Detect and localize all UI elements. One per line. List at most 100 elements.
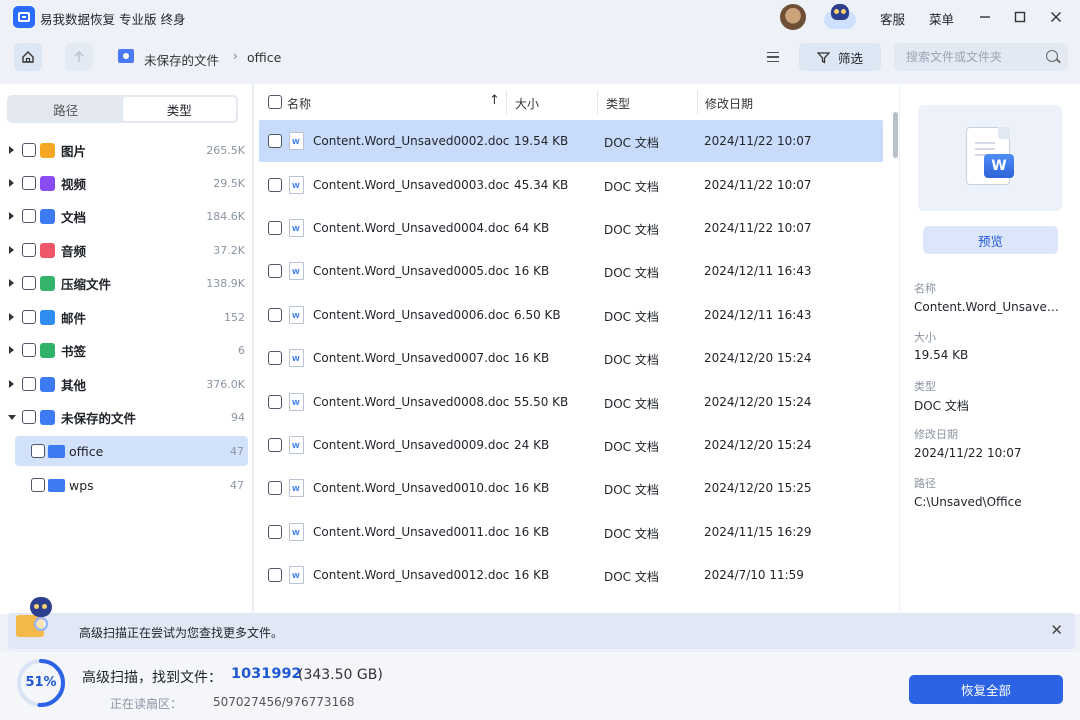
- file-size: 16 KB: [514, 525, 550, 539]
- category-audio[interactable]: 音频 37.2K: [0, 235, 253, 265]
- category-archives[interactable]: 压缩文件 138.9K: [0, 268, 253, 298]
- checkbox[interactable]: [22, 276, 36, 290]
- maximize-icon[interactable]: [1008, 5, 1032, 29]
- tab-path[interactable]: 路径: [9, 97, 123, 121]
- table-scrollbar[interactable]: [893, 112, 898, 158]
- word-doc-icon: [289, 262, 304, 280]
- checkbox[interactable]: [22, 143, 36, 157]
- category-label: 未保存的文件: [61, 410, 137, 426]
- column-divider[interactable]: [697, 90, 698, 114]
- row-checkbox[interactable]: [268, 308, 282, 322]
- subfolder-count: 47: [230, 478, 244, 492]
- category-videos[interactable]: 视频 29.5K: [0, 168, 253, 198]
- table-row[interactable]: Content.Word_Unsaved0010.doc 16 KB DOC 文…: [259, 467, 883, 509]
- sort-ascending-icon[interactable]: ↑: [489, 93, 500, 108]
- select-all-checkbox[interactable]: [268, 95, 282, 109]
- table-header: 名称 ↑ 大小 类型 修改日期: [254, 84, 899, 120]
- table-row[interactable]: Content.Word_Unsaved0007.doc 16 KB DOC 文…: [259, 337, 883, 379]
- category-images[interactable]: 图片 265.5K: [0, 135, 253, 165]
- table-row[interactable]: Content.Word_Unsaved0008.doc 55.50 KB DO…: [259, 381, 883, 423]
- row-checkbox[interactable]: [268, 525, 282, 539]
- row-checkbox[interactable]: [268, 568, 282, 582]
- home-button[interactable]: [14, 43, 42, 71]
- expand-arrow-icon[interactable]: [9, 380, 14, 388]
- table-row[interactable]: Content.Word_Unsaved0011.doc 16 KB DOC 文…: [259, 511, 883, 553]
- recover-all-button[interactable]: 恢复全部: [909, 675, 1063, 704]
- expand-arrow-icon[interactable]: [9, 313, 14, 321]
- table-row[interactable]: Content.Word_Unsaved0006.doc 6.50 KB DOC…: [259, 294, 883, 336]
- checkbox[interactable]: [22, 377, 36, 391]
- expand-arrow-icon[interactable]: [9, 346, 14, 354]
- list-view-icon[interactable]: [760, 44, 786, 70]
- search-box[interactable]: [894, 43, 1068, 71]
- checkbox[interactable]: [22, 243, 36, 257]
- category-documents[interactable]: 文档 184.6K: [0, 201, 253, 231]
- expand-arrow-icon[interactable]: [9, 179, 14, 187]
- search-input[interactable]: [906, 50, 1036, 64]
- file-size: 16 KB: [514, 481, 550, 495]
- minimize-icon[interactable]: [973, 5, 997, 29]
- word-doc-icon: [289, 523, 304, 541]
- breadcrumb-unsaved-files[interactable]: 未保存的文件: [144, 50, 219, 69]
- user-avatar[interactable]: [780, 4, 806, 30]
- filter-button[interactable]: 筛选: [799, 43, 881, 71]
- column-divider[interactable]: [506, 90, 507, 114]
- breadcrumb-office[interactable]: office: [247, 50, 281, 65]
- view-mode-tabs: 路径 类型: [7, 95, 238, 123]
- column-type-header[interactable]: 类型: [606, 95, 630, 112]
- menu-link[interactable]: 菜单: [929, 9, 954, 28]
- category-label: 邮件: [61, 310, 87, 326]
- column-divider[interactable]: [597, 90, 598, 114]
- file-type: DOC 文档: [604, 310, 659, 324]
- expand-arrow-icon[interactable]: [9, 279, 14, 287]
- row-checkbox[interactable]: [268, 134, 282, 148]
- row-checkbox[interactable]: [268, 395, 282, 409]
- column-name-header[interactable]: 名称: [287, 95, 311, 112]
- preview-button[interactable]: 预览: [923, 226, 1058, 254]
- expand-arrow-icon[interactable]: [9, 146, 14, 154]
- row-checkbox[interactable]: [268, 481, 282, 495]
- checkbox[interactable]: [22, 209, 36, 223]
- subfolder-wps[interactable]: wps 47: [15, 470, 248, 500]
- category-count: 37.2K: [213, 243, 245, 257]
- row-checkbox[interactable]: [268, 438, 282, 452]
- file-type: DOC 文档: [604, 397, 659, 411]
- checkbox[interactable]: [22, 310, 36, 324]
- checkbox[interactable]: [31, 444, 45, 458]
- table-row[interactable]: Content.Word_Unsaved0009.doc 24 KB DOC 文…: [259, 424, 883, 466]
- category-bookmarks[interactable]: 书签 6: [0, 335, 253, 365]
- row-checkbox[interactable]: [268, 264, 282, 278]
- checkbox[interactable]: [22, 176, 36, 190]
- checkbox[interactable]: [31, 478, 45, 492]
- search-icon[interactable]: [1046, 50, 1058, 62]
- subfolder-office[interactable]: office 47: [15, 436, 248, 466]
- expand-arrow-icon[interactable]: [9, 246, 14, 254]
- file-name: Content.Word_Unsaved0011.doc: [313, 525, 510, 539]
- table-row[interactable]: Content.Word_Unsaved0003.doc 45.34 KB DO…: [259, 164, 883, 206]
- table-row[interactable]: Content.Word_Unsaved0002.doc 19.54 KB DO…: [259, 120, 883, 162]
- mascot-search-icon: [16, 597, 58, 645]
- table-row[interactable]: Content.Word_Unsaved0004.doc 64 KB DOC 文…: [259, 207, 883, 249]
- checkbox[interactable]: [22, 410, 36, 424]
- expand-arrow-icon[interactable]: [9, 212, 14, 220]
- row-checkbox[interactable]: [268, 221, 282, 235]
- checkbox[interactable]: [22, 343, 36, 357]
- category-count: 184.6K: [206, 209, 245, 223]
- mascot-icon[interactable]: [822, 3, 858, 31]
- table-row[interactable]: Content.Word_Unsaved0012.doc 16 KB DOC 文…: [259, 554, 883, 596]
- customer-service-link[interactable]: 客服: [880, 9, 905, 28]
- file-type: DOC 文档: [604, 527, 659, 541]
- close-icon[interactable]: ✕: [1050, 621, 1063, 639]
- close-window-icon[interactable]: [1044, 5, 1068, 29]
- collapse-arrow-icon[interactable]: [8, 414, 16, 420]
- row-checkbox[interactable]: [268, 351, 282, 365]
- up-level-button[interactable]: [65, 43, 93, 71]
- tab-type[interactable]: 类型: [122, 97, 236, 121]
- table-row[interactable]: Content.Word_Unsaved0005.doc 16 KB DOC 文…: [259, 250, 883, 292]
- category-other[interactable]: 其他 376.0K: [0, 369, 253, 399]
- category-mail[interactable]: 邮件 152: [0, 302, 253, 332]
- row-checkbox[interactable]: [268, 178, 282, 192]
- category-unsaved-files[interactable]: 未保存的文件 94: [0, 402, 253, 432]
- column-modified-header[interactable]: 修改日期: [705, 95, 753, 112]
- column-size-header[interactable]: 大小: [515, 95, 539, 112]
